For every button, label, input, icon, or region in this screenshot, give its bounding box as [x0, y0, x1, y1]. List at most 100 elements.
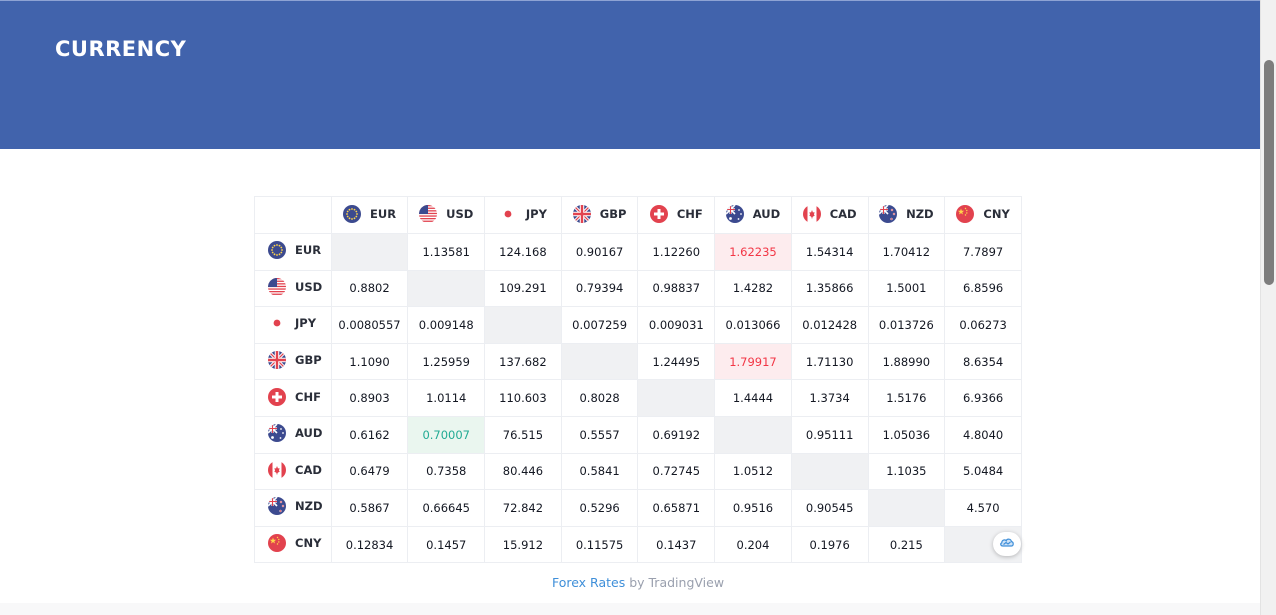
column-header-label: CAD	[829, 206, 857, 221]
rate-cell[interactable]: 1.24495	[637, 342, 716, 381]
rate-cell[interactable]: 1.79917	[714, 342, 792, 381]
rate-cell[interactable]: 0.06273	[944, 306, 1022, 344]
rate-cell[interactable]: 124.168	[484, 233, 562, 271]
rate-cell[interactable]: 0.11575	[560, 525, 639, 564]
rate-cell[interactable]: 0.6479	[330, 452, 409, 491]
column-header-cad[interactable]: CAD	[790, 196, 869, 234]
rate-cell[interactable]: 1.0114	[407, 379, 486, 417]
rate-cell[interactable]: 0.5296	[560, 489, 639, 527]
rate-cell[interactable]: 0.013726	[867, 306, 946, 344]
rate-cell[interactable]: 1.5176	[867, 379, 946, 417]
row-header-eur[interactable]: EUR	[254, 233, 332, 271]
rate-cell[interactable]: 0.5841	[560, 452, 639, 491]
table-header-row: EUR USD JPY GBP CHF AUD CAD NZD CNY	[254, 196, 1022, 234]
rate-cell[interactable]: 137.682	[484, 342, 562, 381]
rate-cell[interactable]: 7.7897	[944, 233, 1022, 271]
rate-cell[interactable]: 76.515	[484, 415, 562, 454]
tradingview-badge[interactable]	[993, 532, 1021, 556]
rate-cell[interactable]: 0.204	[714, 525, 792, 564]
rate-cell[interactable]: 0.009031	[637, 306, 716, 344]
rate-cell[interactable]: 0.215	[867, 525, 946, 564]
row-header-jpy[interactable]: JPY	[254, 306, 332, 344]
rate-cell[interactable]: 0.65871	[637, 489, 716, 527]
rate-cell[interactable]: 0.1457	[407, 525, 486, 564]
column-header-gbp[interactable]: GBP	[560, 196, 639, 234]
scrollbar-thumb[interactable]	[1264, 60, 1274, 285]
rate-cell[interactable]: 0.12834	[330, 525, 409, 564]
rate-cell[interactable]: 6.9366	[944, 379, 1022, 417]
row-header-aud[interactable]: AUD	[254, 415, 332, 454]
row-header-nzd[interactable]: NZD	[254, 489, 332, 527]
rate-cell[interactable]: 0.90167	[560, 233, 639, 271]
rate-cell[interactable]: 1.88990	[867, 342, 946, 381]
rate-cell[interactable]: 1.4282	[714, 269, 792, 308]
rate-cell[interactable]: 0.70007	[407, 415, 486, 454]
rate-cell[interactable]: 15.912	[484, 525, 562, 564]
rate-cell[interactable]: 0.013066	[714, 306, 792, 344]
rate-cell[interactable]: 1.5001	[867, 269, 946, 308]
rate-cell[interactable]: 1.12260	[637, 233, 716, 271]
row-header-gbp[interactable]: GBP	[254, 342, 332, 381]
rate-cell[interactable]: 110.603	[484, 379, 562, 417]
row-header-chf[interactable]: CHF	[254, 379, 332, 417]
rate-cell[interactable]: 1.13581	[407, 233, 486, 271]
rate-cell[interactable]: 0.1437	[637, 525, 716, 564]
rate-cell[interactable]: 0.6162	[330, 415, 409, 454]
rate-cell[interactable]: 109.291	[484, 269, 562, 308]
rate-cell[interactable]: 0.5557	[560, 415, 639, 454]
rate-cell[interactable]: 1.1035	[867, 452, 946, 491]
rate-cell[interactable]: 0.95111	[790, 415, 869, 454]
rate-cell[interactable]: 1.1090	[330, 342, 409, 381]
rate-cell[interactable]: 0.90545	[790, 489, 869, 527]
rate-cell[interactable]: 0.69192	[637, 415, 716, 454]
rate-cell[interactable]: 0.9516	[714, 489, 792, 527]
column-header-jpy[interactable]: JPY	[484, 196, 562, 234]
rate-cell[interactable]: 0.5867	[330, 489, 409, 527]
column-header-chf[interactable]: CHF	[637, 196, 716, 234]
rate-cell[interactable]: 0.0080557	[330, 306, 409, 344]
forex-rates-link[interactable]: Forex Rates	[552, 575, 625, 590]
page-header: CURRENCY	[0, 0, 1260, 149]
column-header-nzd[interactable]: NZD	[867, 196, 946, 234]
rate-cell[interactable]: 5.0484	[944, 452, 1022, 491]
rate-cell[interactable]: 0.66645	[407, 489, 486, 527]
rate-cell[interactable]: 0.7358	[407, 452, 486, 491]
rate-cell[interactable]: 4.570	[944, 489, 1022, 527]
column-header-aud[interactable]: AUD	[714, 196, 792, 234]
row-header-cny[interactable]: CNY	[254, 525, 332, 564]
rate-cell[interactable]: 6.8596	[944, 269, 1022, 308]
rate-cell[interactable]: 1.3734	[790, 379, 869, 417]
rate-cell[interactable]: 0.8802	[330, 269, 409, 308]
rate-cell[interactable]: 0.8028	[560, 379, 639, 417]
rate-cell[interactable]: 0.8903	[330, 379, 409, 417]
rate-cell[interactable]: 0.007259	[560, 306, 639, 344]
rate-cell[interactable]: 0.009148	[407, 306, 486, 344]
rate-cell[interactable]: 1.54314	[790, 233, 869, 271]
row-header-usd[interactable]: USD	[254, 269, 332, 308]
rate-cell[interactable]: 8.6354	[944, 342, 1022, 381]
rate-cell[interactable]: 0.98837	[637, 269, 716, 308]
rate-cell[interactable]: 1.62235	[714, 233, 792, 271]
rate-cell[interactable]: 0.1976	[790, 525, 869, 564]
rate-cell[interactable]: 0.79394	[560, 269, 639, 308]
rate-cell[interactable]: 72.842	[484, 489, 562, 527]
rate-cell[interactable]: 4.8040	[944, 415, 1022, 454]
rate-cell[interactable]: 1.35866	[790, 269, 869, 308]
column-header-usd[interactable]: USD	[407, 196, 486, 234]
rate-cell[interactable]: 1.70412	[867, 233, 946, 271]
tradingview-cloud-icon	[999, 535, 1015, 553]
rate-cell[interactable]: 1.0512	[714, 452, 792, 491]
rate-cell[interactable]: 0.012428	[790, 306, 869, 344]
rate-cell[interactable]: 0.72745	[637, 452, 716, 491]
rate-cell[interactable]: 80.446	[484, 452, 562, 491]
vertical-scrollbar[interactable]	[1260, 0, 1276, 615]
column-header-cny[interactable]: CNY	[944, 196, 1022, 234]
rate-cell[interactable]: 1.4444	[714, 379, 792, 417]
corner-cell	[254, 196, 332, 234]
rate-cell[interactable]: 1.05036	[867, 415, 946, 454]
empty-diagonal-cell	[330, 233, 409, 271]
column-header-eur[interactable]: EUR	[330, 196, 409, 234]
row-header-cad[interactable]: CAD	[254, 452, 332, 491]
rate-cell[interactable]: 1.25959	[407, 342, 486, 381]
rate-cell[interactable]: 1.71130	[790, 342, 869, 381]
